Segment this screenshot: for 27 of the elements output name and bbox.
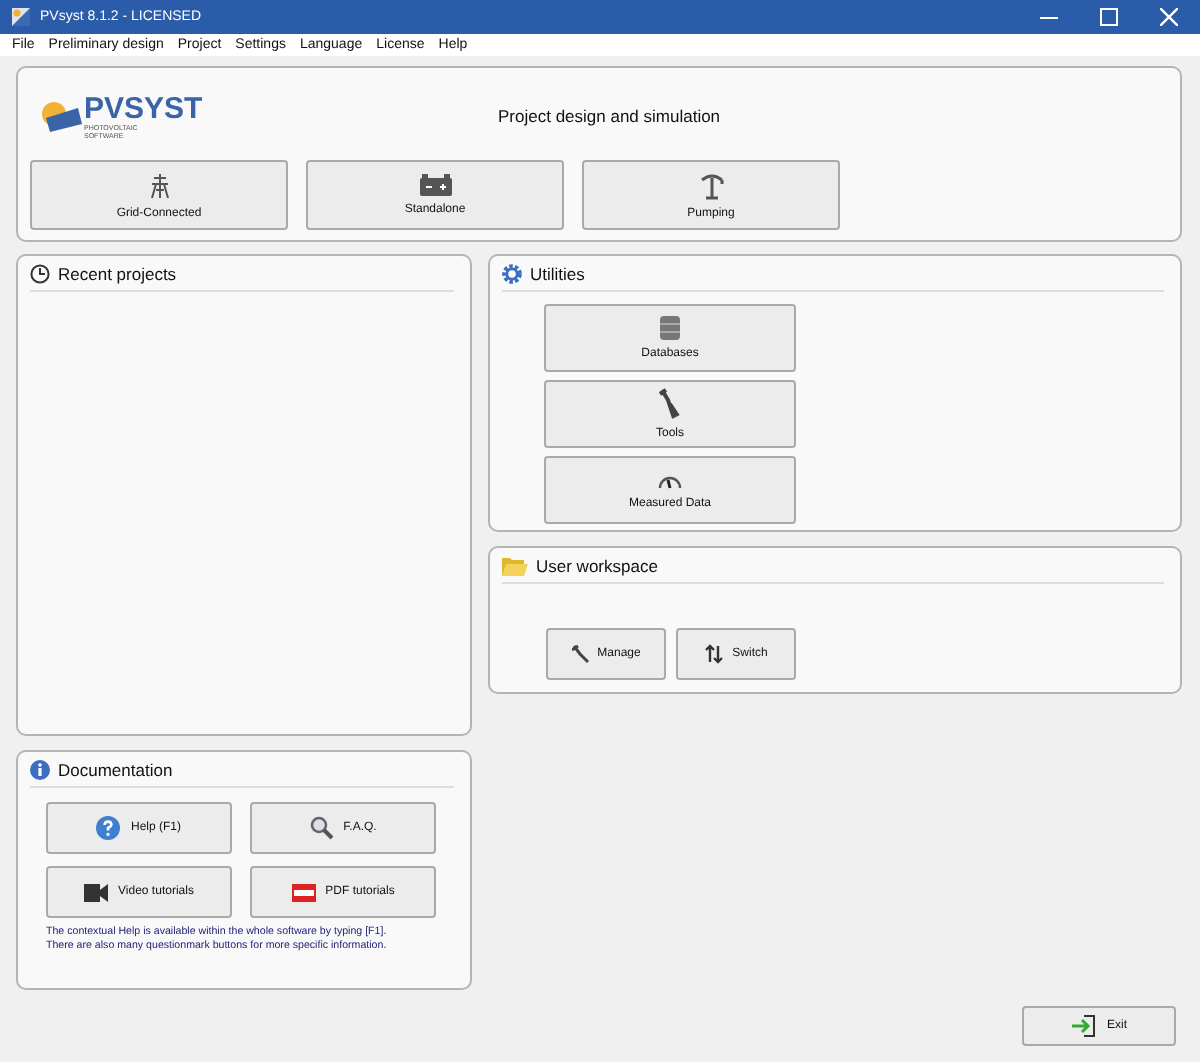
database-icon — [660, 316, 680, 340]
solar-panel-icon — [38, 100, 82, 132]
close-icon[interactable] — [1160, 8, 1178, 26]
battery-icon — [419, 174, 451, 196]
swap-arrows-icon — [704, 644, 725, 664]
wrench-icon — [658, 388, 682, 420]
panel-title: User workspace — [536, 556, 658, 576]
app-icon — [12, 8, 30, 26]
clock-icon — [30, 264, 50, 284]
maximize-icon[interactable] — [1100, 8, 1118, 26]
panel-title: Utilities — [530, 264, 585, 284]
panel-title: Documentation — [58, 760, 173, 780]
panel-title: Project design and simulation — [498, 106, 721, 126]
search-icon — [309, 816, 334, 840]
panel-title: Recent projects — [58, 264, 177, 284]
power-tower-icon — [149, 171, 169, 199]
pdf-file-icon — [291, 883, 316, 901]
video-camera-icon — [84, 883, 109, 901]
info-icon — [30, 760, 50, 780]
gear-icon — [502, 264, 522, 284]
logo-name: PVSYST — [84, 93, 203, 123]
exit-door-icon — [1070, 1014, 1099, 1038]
wrench-icon — [571, 644, 590, 664]
folder-icon — [502, 556, 528, 576]
gauge-icon — [658, 471, 682, 489]
help-icon — [96, 816, 121, 840]
pump-icon — [699, 171, 723, 199]
